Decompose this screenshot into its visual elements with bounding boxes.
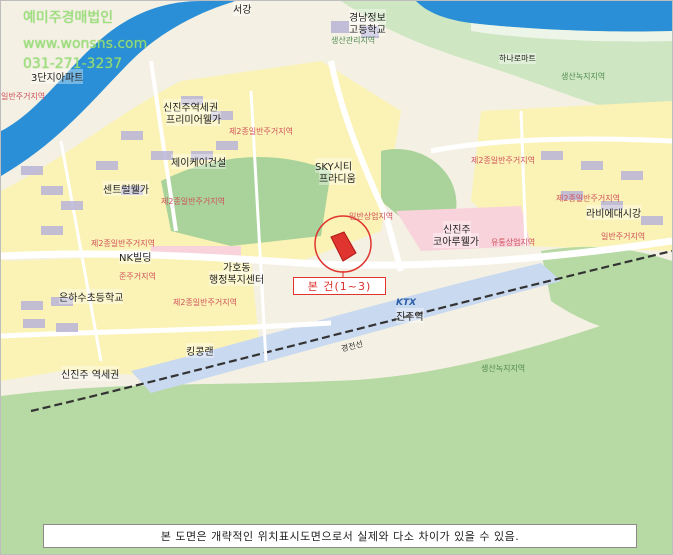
place-nk: NK빌딩 xyxy=(119,249,152,264)
zone-2: 제2종일반주거지역 xyxy=(173,298,237,307)
place-sky-city-2: 프라디움 xyxy=(319,170,356,185)
watermark-website: www.wonsns.com xyxy=(23,36,148,52)
zone-5: 일반주거지역 xyxy=(1,92,46,101)
place-gyeongnam-3: 생산관리지역 xyxy=(331,36,376,45)
place-sinjinju-bong: 신진주 역세권 xyxy=(61,366,120,381)
ktx-logo: KTX xyxy=(396,298,417,308)
zone-1: 제2종일반주거지역 xyxy=(229,127,293,136)
disclaimer-note: 본 도면은 개략적인 위치표시도면으로서 실제와 다소 차이가 있을 수 있음. xyxy=(43,524,637,548)
zone-4: 준주거지역 xyxy=(119,272,156,281)
place-jeil: 제이케이건설 xyxy=(171,154,227,169)
zone-8: 제2종일반주거지역 xyxy=(556,194,620,203)
map-frame: 예미주경매법인 www.wonsns.com 031-271-3237 서강 경… xyxy=(0,0,673,555)
place-king: 킹콩랜 xyxy=(186,343,214,358)
place-sinjinju-korea-2: 코아루웰가 xyxy=(433,233,479,248)
place-eunha: 은하수초등학교 xyxy=(59,289,124,304)
place-hanamart: 하나로마트 xyxy=(499,53,536,64)
place-jinju-station: 진주역 xyxy=(396,308,424,323)
place-central: 센트럴웰가 xyxy=(103,181,149,196)
zone-7: 유통상업지역 xyxy=(491,238,536,247)
place-lavie: 라비에대시강 xyxy=(586,205,642,220)
zone-6: 일반상업지역 xyxy=(349,212,394,221)
subject-label: 본 건(1~3) xyxy=(293,277,386,295)
zone-13: 일반주거지역 xyxy=(601,232,646,241)
zone-11: 생산녹지지역 xyxy=(561,72,606,81)
zone-9: 제2종일반주거지역 xyxy=(91,239,155,248)
watermark-company: 예미주경매법인 xyxy=(23,10,114,26)
zone-12: 제2종일반주거지역 xyxy=(161,197,225,206)
place-apartment-3: 3단지아파트 xyxy=(31,69,84,84)
place-gaho-2: 행정복지센터 xyxy=(209,271,265,286)
place-premier: 프리미어웰가 xyxy=(166,111,222,126)
zone-3: 제2종일반주거지역 xyxy=(471,156,535,165)
zone-10: 생산녹지지역 xyxy=(481,364,526,373)
place-top: 서강 xyxy=(233,1,252,16)
place-gyeongnam-2: 고등학교 xyxy=(349,21,386,36)
